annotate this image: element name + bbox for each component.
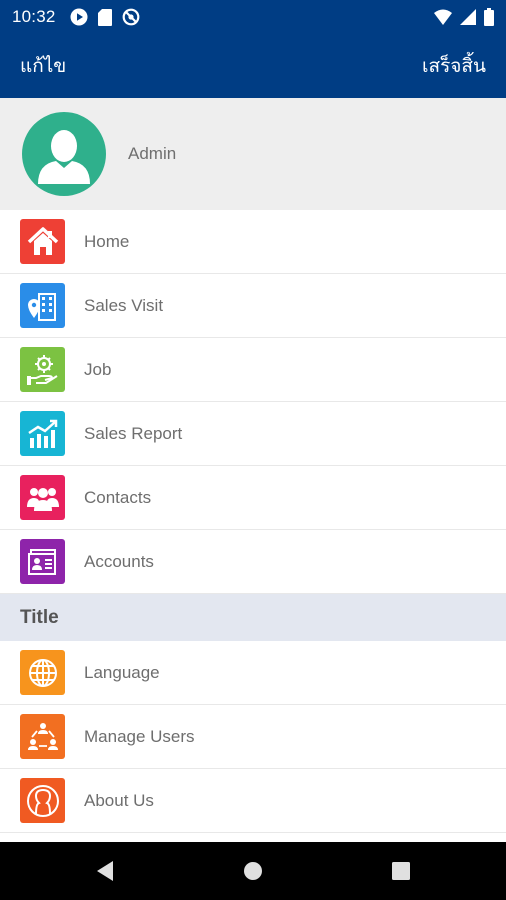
signal-icon [460, 9, 476, 25]
menu-item-home[interactable]: Home [0, 210, 506, 274]
system-nav-bar [0, 842, 506, 900]
back-icon[interactable] [81, 847, 129, 895]
menu-item-label: Language [84, 662, 160, 682]
menu-item-manage-users[interactable]: Manage Users [0, 705, 506, 769]
app-bar: แก้ไข เสร็จสิ้น [0, 34, 506, 98]
play-icon [70, 8, 88, 26]
bar-chart-icon [20, 411, 65, 456]
menu-item-label: Accounts [84, 551, 154, 571]
menu-item-label: Sales Report [84, 423, 183, 443]
id-card-icon [20, 539, 65, 584]
status-time: 10:32 [12, 7, 56, 26]
menu-item-language[interactable]: Language [0, 641, 506, 705]
job-gear-hand-icon [20, 347, 65, 392]
status-left-icons [70, 8, 140, 26]
edit-button[interactable]: แก้ไข [20, 51, 66, 81]
menu-item-job[interactable]: Job [0, 338, 506, 402]
menu-item-about-us[interactable]: About Us [0, 769, 506, 833]
status-bar: 10:32 [0, 0, 506, 34]
home-circle-icon[interactable] [229, 847, 277, 895]
person-outline-icon [20, 778, 65, 823]
menu-item-contacts[interactable]: Contacts [0, 466, 506, 530]
menu-item-label: Manage Users [84, 726, 195, 746]
wifi-icon [434, 9, 452, 25]
section-header: Title [0, 594, 506, 641]
recents-square-icon[interactable] [377, 847, 425, 895]
menu-item-label: Home [84, 231, 130, 251]
sd-card-icon [97, 8, 112, 26]
menu-item-label: Job [84, 359, 112, 379]
home-icon [20, 219, 65, 264]
menu-list: Home Sales Visit Job Sales Report Contac… [0, 210, 506, 833]
avatar [22, 112, 106, 196]
menu-item-label: Contacts [84, 487, 152, 507]
menu-item-label: About Us [84, 790, 154, 810]
menu-item-sales-visit[interactable]: Sales Visit [0, 274, 506, 338]
people-group-icon [20, 475, 65, 520]
menu-item-accounts[interactable]: Accounts [0, 530, 506, 594]
profile-header[interactable]: Admin [0, 98, 506, 210]
menu-item-sales-report[interactable]: Sales Report [0, 402, 506, 466]
building-location-icon [20, 283, 65, 328]
done-button[interactable]: เสร็จสิ้น [422, 51, 486, 81]
globe-icon [20, 650, 65, 695]
status-right-icons [434, 8, 494, 26]
battery-icon [484, 8, 494, 26]
user-silhouette-icon [38, 130, 90, 184]
no-data-icon [122, 8, 140, 26]
profile-name: Admin [128, 144, 177, 163]
user-network-icon [20, 714, 65, 759]
menu-item-label: Sales Visit [84, 295, 164, 315]
